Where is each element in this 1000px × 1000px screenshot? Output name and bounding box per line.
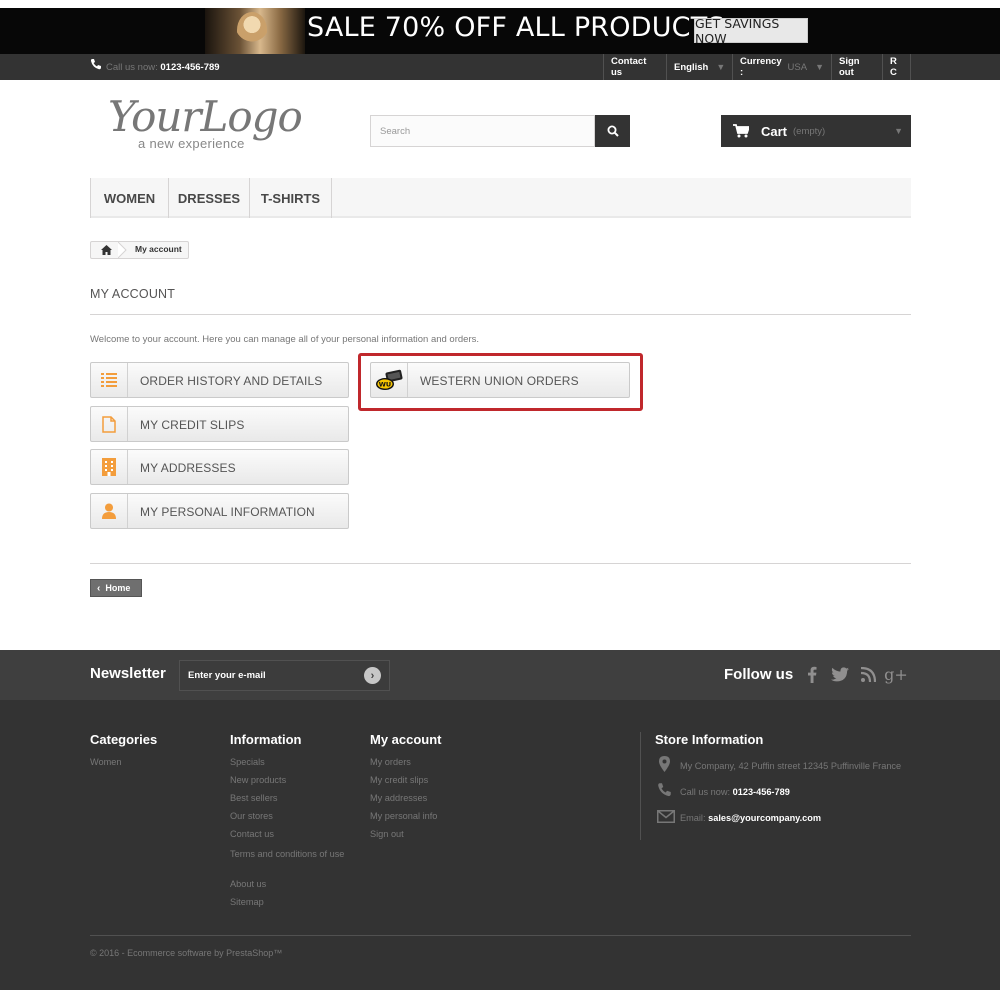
western-union-icon: WU [371,363,408,397]
envelope-icon [657,810,675,823]
personal-info-label: MY PERSONAL INFORMATION [140,505,315,519]
search-input[interactable]: Search [370,115,595,147]
order-history-button[interactable]: ORDER HISTORY AND DETAILS [90,362,349,398]
footer-category-link[interactable]: Women [90,757,122,767]
sign-out-link[interactable]: Sign out [831,54,882,80]
breadcrumb-home-link[interactable] [91,242,121,258]
footer-account-link[interactable]: My addresses [370,793,427,803]
building-icon [91,450,128,484]
facebook-icon[interactable] [802,664,822,684]
breadcrumb-separator [118,242,127,258]
newsletter-submit-icon[interactable]: › [364,667,381,684]
chevron-down-icon: ▼ [815,62,824,72]
chevron-down-icon: ▼ [716,62,726,72]
google-plus-icon[interactable]: g+ [884,664,908,684]
user-icon [91,494,128,528]
rss-icon[interactable] [858,664,878,684]
page-title: MY ACCOUNT [90,287,176,301]
breadcrumb-current: My account [135,244,182,254]
banner-model-image [205,8,305,54]
twitter-icon[interactable] [830,664,850,684]
credit-slips-label: MY CREDIT SLIPS [140,418,245,432]
newsletter-email-input[interactable]: Enter your e-mail [179,660,390,691]
divider [90,563,911,564]
banner-sale-text: SALE 70% OFF ALL PRODUCTS [307,12,725,43]
wu-badge-text: WU [379,381,391,389]
get-savings-button[interactable]: GET SAVINGS NOW [694,16,808,46]
call-number: 0123-456-789 [160,62,220,73]
footer-account-link[interactable]: Sign out [370,829,404,839]
store-email: Email: sales@yourcompany.com [680,813,822,823]
chevron-left-icon: ‹ [97,582,101,594]
footer-account-link[interactable]: My orders [370,757,411,767]
credit-slips-button[interactable]: MY CREDIT SLIPS [90,406,349,442]
phone-icon [658,783,671,797]
footer-store-title: Store Information [655,732,764,747]
footer-info-link[interactable]: Specials [230,757,265,767]
call-us-text: Call us now: 0123-456-789 [106,62,220,73]
newsletter-title: Newsletter [90,665,166,682]
cart-status: (empty) [793,125,826,137]
western-union-label: WESTERN UNION ORDERS [420,374,579,388]
home-button[interactable]: ‹ Home [90,579,142,597]
copyright-text: © 2016 - Ecommerce software by PrestaSho… [90,948,283,958]
follow-us-title: Follow us [724,666,794,683]
footer-info-link[interactable]: Our stores [230,811,273,821]
footer-divider [640,732,641,840]
language-selector[interactable]: English ▼ [666,54,732,80]
home-icon [100,245,112,255]
user-account-link[interactable]: R C [882,54,911,80]
chevron-down-icon: ▼ [894,126,903,136]
footer-info-link[interactable]: Sitemap [230,897,264,907]
contact-us-link[interactable]: Contact us [603,54,666,80]
store-phone: Call us now: 0123-456-789 [680,787,790,797]
footer-info-link[interactable]: About us [230,879,266,889]
search-icon [607,125,619,137]
footer-categories-title: Categories [90,732,158,747]
footer-divider [90,935,911,936]
document-icon [91,407,128,441]
store-address: My Company, 42 Puffin street 12345 Puffi… [680,761,902,771]
footer-info-link[interactable]: Best sellers [230,793,278,803]
footer-account-link[interactable]: My personal info [370,811,437,821]
footer-information-title: Information [230,732,302,747]
cart-label: Cart [761,123,788,139]
shopping-cart-icon [733,124,749,138]
menu-item-dresses[interactable]: DRESSES [169,178,250,218]
footer-account-link[interactable]: My credit slips [370,775,428,785]
cart-button[interactable]: Cart (empty) ▼ [721,115,911,147]
breadcrumb: My account [90,241,189,259]
footer-info-link[interactable]: Contact us [230,829,274,839]
addresses-label: MY ADDRESSES [140,461,236,475]
footer-account-title: My account [370,732,442,747]
menu-item-women[interactable]: WOMEN [90,178,169,218]
western-union-orders-button[interactable]: WU WESTERN UNION ORDERS [370,362,630,398]
menu-item-tshirts[interactable]: T-SHIRTS [250,178,332,218]
list-icon [91,363,128,397]
currency-selector[interactable]: Currency : USA ▼ [732,54,831,80]
divider [90,314,911,315]
welcome-text: Welcome to your account. Here you can ma… [90,334,480,345]
store-email-link[interactable]: sales@yourcompany.com [708,813,821,823]
footer-info-link[interactable]: New products [230,775,286,785]
footer-info-link[interactable]: Terms and conditions of use [230,848,350,861]
store-logo[interactable]: YourLogo a new experience [108,92,308,154]
addresses-button[interactable]: MY ADDRESSES [90,449,349,485]
order-history-label: ORDER HISTORY AND DETAILS [140,374,323,388]
phone-icon [90,59,101,70]
map-marker-icon [659,756,670,772]
personal-info-button[interactable]: MY PERSONAL INFORMATION [90,493,349,529]
search-button[interactable] [595,115,630,147]
